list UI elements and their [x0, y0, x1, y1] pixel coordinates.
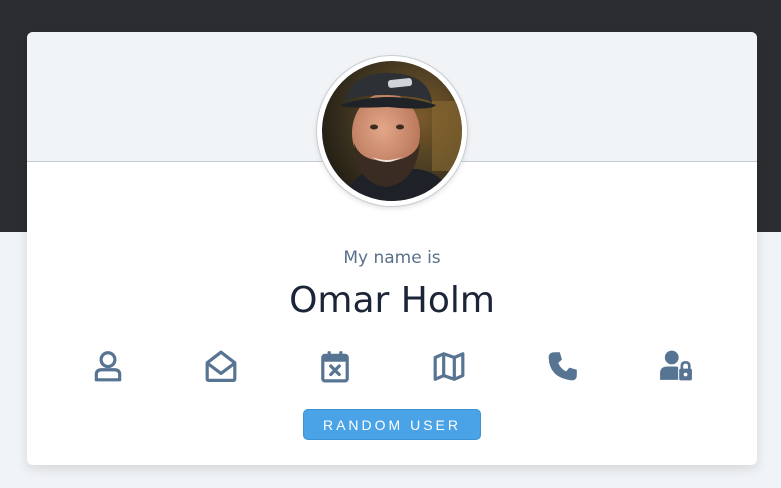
- phone-icon-button[interactable]: [543, 346, 583, 386]
- address-icon-button[interactable]: [429, 346, 469, 386]
- user-lock-icon: [660, 350, 692, 381]
- user-icon-button[interactable]: [88, 346, 128, 386]
- phone-icon: [548, 352, 577, 381]
- avatar-photo: [322, 61, 462, 201]
- calendar-x-icon: [321, 351, 349, 383]
- profile-card: My name is Omar Holm RANDOM USER: [27, 32, 757, 465]
- avatar: [317, 56, 467, 206]
- password-icon-button[interactable]: [656, 346, 696, 386]
- birthday-icon-button[interactable]: [315, 346, 355, 386]
- user-icon: [94, 351, 122, 382]
- name-label: My name is: [343, 248, 441, 268]
- envelope-open-icon: [205, 350, 237, 382]
- email-icon-button[interactable]: [201, 346, 241, 386]
- map-icon: [433, 352, 465, 381]
- user-name: Omar Holm: [289, 280, 495, 321]
- random-user-button[interactable]: Random User: [303, 409, 481, 440]
